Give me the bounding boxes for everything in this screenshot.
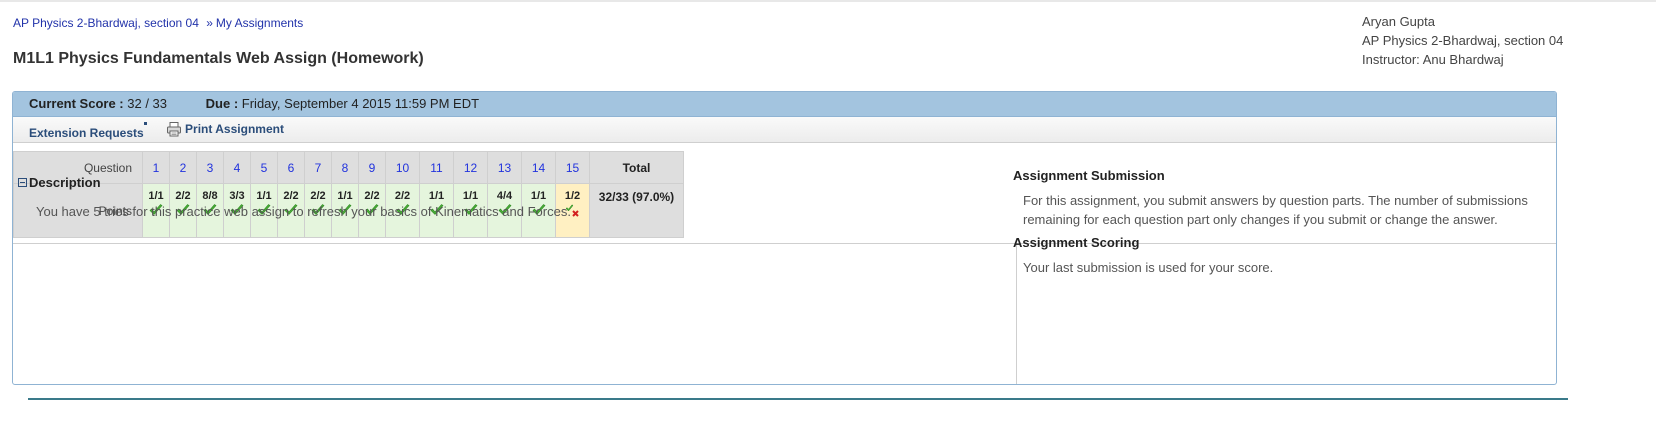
- question-link[interactable]: 8: [342, 161, 349, 175]
- points-value: 1/1: [462, 190, 479, 202]
- assignment-info-sidebar: Assignment Submission For this assignmen…: [1013, 168, 1533, 283]
- total-header: Total: [589, 151, 684, 184]
- question-link[interactable]: 12: [464, 161, 477, 175]
- question-cell: 10: [385, 151, 420, 184]
- question-cell: 4: [223, 151, 251, 184]
- print-assignment-button[interactable]: Print Assignment: [166, 117, 284, 141]
- printer-icon: [167, 122, 182, 137]
- user-info: Aryan Gupta AP Physics 2-Bhardwaj, secti…: [1362, 12, 1563, 69]
- due-value: Friday, September 4 2015 11:59 PM EDT: [241, 96, 480, 111]
- due-label: Due :: [205, 96, 239, 111]
- user-instructor: Instructor: Anu Bhardwaj: [1362, 52, 1504, 67]
- question-cell: 9: [358, 151, 386, 184]
- question-cell: 12: [453, 151, 488, 184]
- total-value: 32/33 (97.0%): [589, 183, 684, 238]
- assignment-toolbar: Extension Requests Print Assignment: [13, 117, 1556, 143]
- breadcrumb-course-link[interactable]: AP Physics 2-Bhardwaj, section 04: [13, 16, 199, 30]
- points-value: 2/2: [175, 190, 191, 202]
- points-value: 1/1: [428, 190, 445, 202]
- current-score-label: Current Score :: [29, 96, 124, 111]
- description-heading-label: Description: [29, 175, 101, 190]
- question-link[interactable]: 7: [315, 161, 322, 175]
- question-link[interactable]: 9: [369, 161, 376, 175]
- question-cell: 11: [419, 151, 454, 184]
- question-cell: 6: [277, 151, 305, 184]
- points-value: 1/1: [256, 190, 272, 202]
- question-link[interactable]: 11: [430, 161, 442, 175]
- question-link[interactable]: 6: [288, 161, 295, 175]
- question-link[interactable]: 14: [532, 161, 545, 175]
- question-score-grid: Question 1 2 3 4 5 6 7 8 9 10 11 12 13 14 15 Total Poin…: [13, 151, 684, 238]
- question-link[interactable]: 4: [234, 161, 241, 175]
- points-value: 1/2: [564, 190, 581, 202]
- question-cell: 7: [304, 151, 332, 184]
- points-value: 1/1: [148, 190, 164, 202]
- question-cell: 2: [169, 151, 197, 184]
- breadcrumb-separator: »: [206, 16, 213, 30]
- question-cell: 13: [487, 151, 522, 184]
- points-value: 3/3: [229, 190, 245, 202]
- question-cell: 1: [142, 151, 170, 184]
- points-value: 4/4: [496, 190, 513, 202]
- page-title: M1L1 Physics Fundamentals Web Assign (Ho…: [13, 50, 424, 67]
- collapse-icon[interactable]: [18, 178, 27, 187]
- breadcrumb-my-assignments-link[interactable]: My Assignments: [216, 16, 303, 30]
- user-course: AP Physics 2-Bhardwaj, section 04: [1362, 33, 1564, 48]
- assignment-submission-heading: Assignment Submission: [1013, 168, 1165, 183]
- question-cell: 15: [555, 151, 590, 184]
- question-cell: 8: [331, 151, 359, 184]
- points-value: 8/8: [202, 190, 218, 202]
- question-cell: 14: [521, 151, 556, 184]
- top-border: [0, 0, 1656, 2]
- question-link[interactable]: 3: [207, 161, 214, 175]
- question-link[interactable]: 15: [566, 161, 579, 175]
- question-link[interactable]: 1: [153, 161, 160, 175]
- points-value: 2/2: [283, 190, 299, 202]
- points-value: 1/1: [530, 190, 547, 202]
- points-value: 2/2: [310, 190, 326, 202]
- question-link[interactable]: 2: [180, 161, 187, 175]
- bottom-border: [28, 398, 1568, 400]
- question-link[interactable]: 5: [261, 161, 268, 175]
- extension-requests-link[interactable]: Extension Requests: [29, 126, 144, 140]
- current-score-value: 32 / 33: [127, 96, 168, 111]
- assignment-submission-text: For this assignment, you submit answers …: [1023, 193, 1528, 227]
- points-value: 1/1: [337, 190, 353, 202]
- description-heading: Description: [18, 175, 101, 190]
- print-assignment-link[interactable]: Print Assignment: [185, 117, 284, 141]
- question-link[interactable]: 13: [498, 161, 511, 175]
- description-text: You have 5 tries for this practice web a…: [36, 204, 571, 219]
- question-header-row: Question 1 2 3 4 5 6 7 8 9 10 11 12 13 14 15 Total: [13, 151, 684, 184]
- score-bar: Current Score : 32 / 33 Due : Friday, Se…: [13, 92, 1556, 117]
- assignment-scoring-heading: Assignment Scoring: [1013, 235, 1140, 250]
- points-value: 2/2: [364, 190, 380, 202]
- assignment-scoring-text: Your last submission is used for your sc…: [1023, 260, 1274, 275]
- breadcrumb: AP Physics 2-Bhardwaj, section 04 » My As…: [13, 16, 303, 30]
- extension-marker-icon: [143, 122, 147, 125]
- user-name: Aryan Gupta: [1362, 14, 1435, 29]
- points-value: 2/2: [394, 190, 411, 202]
- question-link[interactable]: 10: [396, 161, 409, 175]
- question-cell: 3: [196, 151, 224, 184]
- question-cell: 5: [250, 151, 278, 184]
